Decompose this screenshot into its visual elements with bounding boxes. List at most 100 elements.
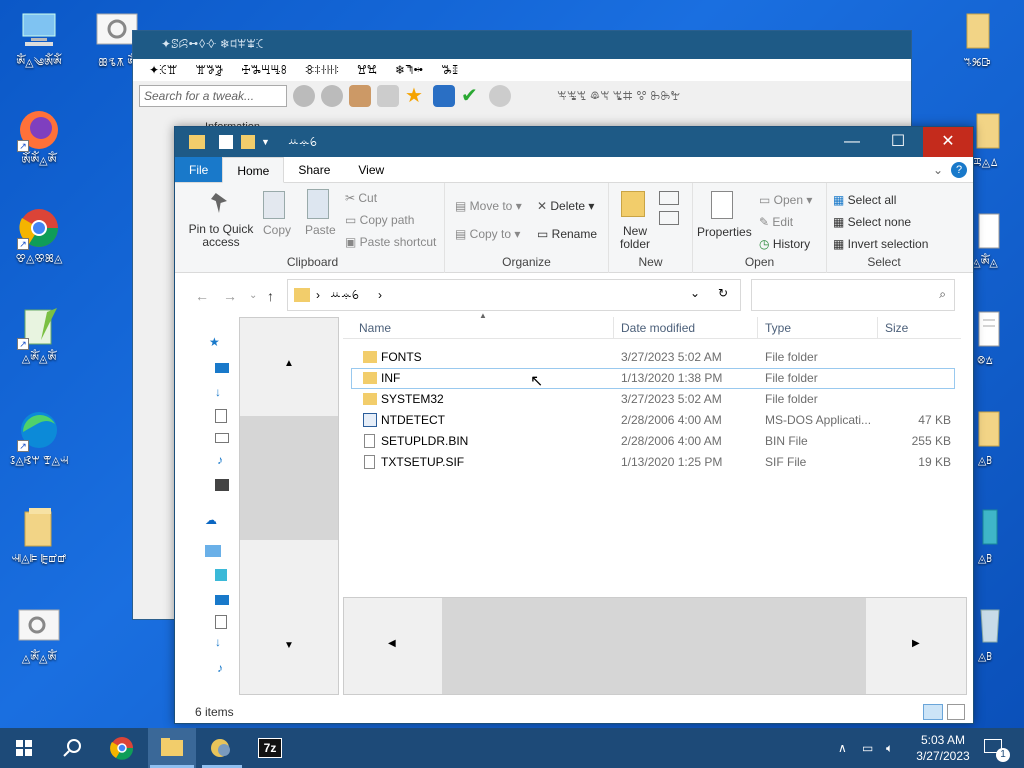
quick-access-icon[interactable]: ★ (209, 335, 220, 349)
breadcrumb-path[interactable]: ꕁꕂꕃ (330, 288, 359, 303)
star-icon[interactable]: ★ (405, 85, 427, 107)
network-icon[interactable]: ▭ (862, 728, 873, 768)
new-folder-button[interactable]: New folder (615, 225, 655, 251)
column-date[interactable]: Date modified (621, 321, 695, 335)
pictures-nav-icon[interactable] (215, 433, 229, 443)
music-nav-icon[interactable]: ♪ (217, 453, 223, 467)
3d-objects-nav-icon[interactable] (215, 569, 227, 581)
bg-menu-item[interactable]: ꖓꖔ (441, 63, 458, 77)
column-size[interactable]: Size (885, 321, 908, 335)
details-view-icon[interactable] (923, 704, 943, 720)
rename-button[interactable]: ▭ Rename (537, 227, 597, 241)
scroll-thumb[interactable] (240, 416, 338, 540)
bg-window-titlebar[interactable]: ✦ꕷꕸꕹꕺꕻ ❄ꕼꕽꕾꕿ (133, 31, 911, 59)
table-row[interactable]: NTDETECT 2/28/2006 4:00 AM MS-DOS Applic… (351, 410, 955, 431)
horizontal-scrollbar[interactable]: ◀ ▶ (343, 597, 967, 695)
desktop-icon-notepad[interactable]: ↗ ◬ༀ◬ༀ (0, 306, 78, 366)
desktop-icon-edge[interactable]: ↗ ꕘ◬ꕙꕚ ꕛ◬ꕜ (0, 408, 78, 468)
folder-qa-icon[interactable] (241, 135, 255, 149)
bg-menu-item[interactable]: ꖏꖐ (357, 63, 377, 77)
move-to-button[interactable]: ▤ Move to ▾ (455, 199, 522, 213)
downloads-nav-icon[interactable]: ↓ (215, 385, 221, 399)
desktop-nav-icon[interactable] (215, 595, 229, 605)
column-type[interactable]: Type (765, 321, 791, 335)
explorer-titlebar[interactable]: ▼ ꕁꕂꕃ — ☐ ✕ (175, 127, 973, 157)
tweak-search-input[interactable]: Search for a tweak... (139, 85, 287, 107)
tab-file[interactable]: File (175, 157, 223, 182)
select-all-button[interactable]: ▦ Select all (833, 193, 896, 207)
chevron-down-icon[interactable]: ▼ (261, 137, 270, 147)
scroll-thumb[interactable] (442, 598, 866, 694)
settings-icon[interactable] (489, 85, 511, 107)
tray-overflow-chevron-icon[interactable]: ∧ (838, 728, 847, 768)
music-nav-icon[interactable]: ♪ (217, 661, 223, 675)
help-icon[interactable]: ? (951, 162, 967, 178)
start-button[interactable] (0, 728, 48, 768)
checkmark-icon[interactable]: ✔ (461, 85, 483, 107)
cut-button[interactable]: ✂ Cut (345, 191, 377, 205)
invert-selection-button[interactable]: ▦ Invert selection (833, 237, 928, 251)
tab-view[interactable]: View (344, 157, 398, 182)
taskbar-file-explorer[interactable] (148, 728, 196, 768)
copy-path-button[interactable]: ▭ Copy path (345, 213, 414, 227)
minimize-button[interactable]: — (829, 127, 875, 157)
desktop-icon-this-pc[interactable]: ༀ◬༄ༀༀ (0, 10, 78, 70)
pin-icon[interactable] (377, 85, 399, 107)
up-arrow-icon[interactable]: ↑ (267, 288, 274, 304)
chevron-down-icon[interactable]: ⌄ (249, 290, 257, 301)
taskbar-7zip[interactable]: 7z (246, 728, 294, 768)
delete-button[interactable]: ✕ Delete ▾ (537, 199, 594, 213)
scroll-left-arrow[interactable]: ◀ (388, 638, 396, 649)
this-pc-nav-icon[interactable] (205, 545, 221, 557)
maximize-button[interactable]: ☐ (875, 127, 921, 157)
home-icon[interactable] (349, 85, 371, 107)
paste-button[interactable]: Paste (305, 223, 336, 237)
back-icon[interactable] (293, 85, 315, 107)
table-row[interactable]: SYSTEM32 3/27/2023 5:02 AM File folder (351, 389, 955, 410)
close-button[interactable]: ✕ (923, 127, 973, 157)
shortcut-icon[interactable] (433, 85, 455, 107)
navigation-pane[interactable]: ★ ↓ ♪ ☁ ↓ ♪ (175, 317, 239, 695)
column-separator[interactable] (613, 317, 614, 339)
copy-to-button[interactable]: ▤ Copy to ▾ (455, 227, 520, 241)
column-name[interactable]: Name (359, 321, 391, 335)
table-row[interactable]: INF 1/13/2020 1:38 PM File folder ↖ (351, 368, 955, 390)
videos-nav-icon[interactable] (215, 479, 229, 491)
desktop-icon-firefox[interactable]: ↗ ༀༀ◬ༀ (0, 108, 78, 168)
paste-shortcut-button[interactable]: ▣ Paste shortcut (345, 235, 436, 249)
table-row[interactable]: FONTS 3/27/2023 5:02 AM File folder (351, 347, 955, 368)
table-row[interactable]: SETUPLDR.BIN 2/28/2006 4:00 AM BIN File … (351, 431, 955, 452)
ribbon-collapse-icon[interactable]: ⌄ (933, 157, 943, 182)
back-arrow-icon[interactable]: ← (195, 288, 209, 304)
search-button[interactable] (48, 728, 96, 768)
search-box[interactable]: ⌕ (751, 279, 955, 311)
onedrive-nav-icon[interactable]: ☁ (205, 513, 217, 527)
bg-menu-item[interactable]: ꖊꖋꖌꖍꖎ (305, 63, 339, 77)
copy-button[interactable]: Copy (263, 223, 291, 237)
select-none-button[interactable]: ▦ Select none (833, 215, 911, 229)
bg-menu-item[interactable]: ꖂꖃꖄ (195, 63, 223, 77)
desktop-icon-right-folder[interactable]: ꕐꕑꕒ (938, 10, 1016, 70)
large-icons-view-icon[interactable] (947, 704, 965, 720)
taskbar-chrome[interactable] (98, 728, 146, 768)
desktop-icon-chrome[interactable]: ↗ ꕢ◬ꕣꕤ◬ (0, 206, 78, 266)
documents-nav-icon[interactable] (215, 615, 227, 629)
desktop-icon-folder[interactable]: ꕝ◬ꕞ ꕟꕠꕡ (0, 506, 78, 566)
tab-home[interactable]: Home (222, 157, 285, 183)
address-bar[interactable]: › ꕁꕂꕃ › ⌄ ↻ (287, 279, 741, 311)
properties-qa-icon[interactable] (219, 135, 233, 149)
bg-menu-item[interactable]: ꖅꖆꖇꖈꖉ (241, 63, 287, 77)
address-history-chevron-icon[interactable]: ⌄ (690, 286, 700, 300)
history-button[interactable]: ◷ History (759, 237, 810, 251)
desktop-nav-icon[interactable] (215, 363, 229, 373)
table-row[interactable]: TXTSETUP.SIF 1/13/2020 1:25 PM SIF File … (351, 452, 955, 473)
column-separator[interactable] (877, 317, 878, 339)
volume-icon[interactable]: 🔈︎ (886, 728, 893, 768)
taskbar-tweaker-app[interactable] (198, 728, 246, 768)
scroll-up-arrow[interactable]: ▲ (284, 358, 294, 369)
bg-menu-item[interactable]: ❄ꖑꖒ (395, 63, 423, 77)
properties-button[interactable]: Properties (697, 225, 752, 239)
pin-quick-access-button[interactable]: Pin to Quick access (185, 223, 257, 249)
column-separator[interactable] (757, 317, 758, 339)
tab-share[interactable]: Share (284, 157, 344, 182)
